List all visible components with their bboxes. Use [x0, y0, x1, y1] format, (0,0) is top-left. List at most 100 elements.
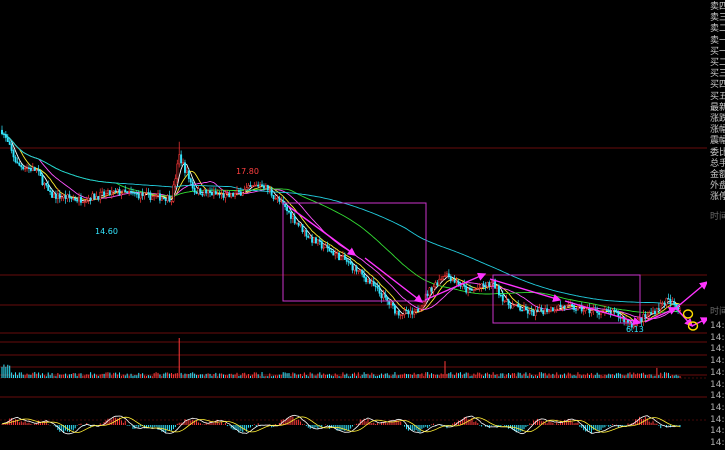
candle-body	[449, 276, 452, 282]
candle-body	[133, 192, 136, 194]
time-header: 时间	[710, 212, 725, 222]
candle-body	[523, 306, 525, 311]
candle-body	[536, 309, 539, 312]
candle-body	[345, 259, 348, 262]
candle-body	[33, 167, 36, 171]
quote-label: 买二	[710, 58, 725, 68]
candle-body	[679, 309, 681, 312]
candle-body	[130, 191, 133, 193]
candle-body	[413, 311, 416, 315]
candle-body	[137, 193, 140, 199]
quote-label: 震幅	[710, 136, 725, 147]
candle-body	[53, 193, 55, 198]
candle-body	[563, 305, 566, 309]
candle-body	[99, 192, 102, 200]
candle-body	[89, 197, 92, 201]
candle-body	[330, 251, 333, 253]
candle-body	[284, 204, 287, 208]
candle-body	[205, 189, 208, 194]
candle-body	[324, 245, 327, 248]
candle-body	[195, 191, 198, 194]
candle-body	[135, 193, 138, 195]
candle-body	[322, 247, 325, 249]
candle-body	[515, 303, 518, 306]
candle-body	[184, 162, 186, 173]
candle-body	[380, 293, 383, 299]
candle-body	[318, 239, 321, 242]
candle-body	[185, 170, 188, 173]
candle-body	[145, 192, 148, 194]
candle-body	[403, 310, 406, 315]
candle-body	[180, 154, 183, 164]
candle-body	[642, 314, 645, 322]
candle-body	[665, 297, 668, 305]
candle-body	[35, 169, 38, 171]
time-header: 时间	[710, 307, 725, 317]
candle-body	[444, 275, 446, 277]
candle-body	[83, 201, 86, 203]
candle-body	[361, 270, 364, 275]
candle-body	[382, 293, 385, 299]
tick-time: 14:	[710, 367, 725, 378]
candle-body	[272, 194, 275, 199]
candle-body	[245, 187, 248, 190]
candle-body	[445, 273, 448, 277]
candle-body	[230, 193, 233, 198]
candle-body	[667, 297, 670, 300]
candle-body	[409, 310, 412, 315]
candle-body	[334, 253, 337, 256]
quote-label: 买四	[710, 80, 725, 91]
candle-body	[124, 189, 127, 193]
candle-body	[415, 308, 418, 312]
candle-body	[490, 282, 493, 287]
candle-body	[24, 168, 27, 170]
candle-body	[43, 183, 46, 185]
candle-body	[58, 193, 61, 199]
candle-body	[288, 210, 290, 213]
candle-body	[528, 310, 531, 314]
candle-body	[584, 307, 587, 312]
trend-arrow	[675, 281, 707, 309]
candle-body	[87, 197, 90, 201]
candle-body	[432, 286, 435, 292]
candle-body	[451, 279, 454, 282]
candle-body	[326, 245, 329, 249]
candle-body	[575, 309, 577, 311]
candle-body	[573, 305, 576, 310]
candle-body	[440, 278, 443, 281]
candle-body	[332, 251, 335, 256]
candle-body	[405, 310, 408, 312]
candle-body	[365, 277, 367, 283]
candle-body	[106, 190, 109, 194]
candle-body	[14, 156, 17, 163]
candle-body	[264, 185, 267, 189]
candle-body	[368, 279, 371, 284]
high-price-label: 17.80	[236, 167, 259, 176]
candle-body	[307, 235, 310, 238]
candle-body	[257, 184, 260, 187]
candle-body	[555, 309, 558, 311]
candle-body	[607, 309, 610, 313]
candle-body	[74, 198, 77, 201]
candle-body	[363, 274, 366, 278]
candle-body	[611, 309, 614, 315]
candle-body	[343, 255, 346, 260]
candle-body	[378, 287, 381, 294]
candle-body	[178, 154, 181, 165]
candle-body	[8, 141, 11, 145]
candle-body	[62, 195, 65, 198]
mid-low-price-label: 14.60	[95, 227, 118, 236]
candle-body	[320, 241, 323, 249]
candle-body	[280, 200, 283, 203]
candle-body	[455, 281, 458, 283]
candle-body	[526, 309, 529, 314]
tick-time: 14:	[710, 414, 725, 425]
candle-body	[341, 255, 344, 257]
kline-chart[interactable]: 17.80 14.60 6.13	[0, 0, 707, 450]
candle-body	[503, 300, 506, 303]
candle-body	[141, 192, 144, 197]
candle-body	[105, 192, 107, 196]
candle-body	[197, 188, 200, 194]
candle-body	[673, 301, 676, 305]
candle-body	[143, 192, 146, 197]
